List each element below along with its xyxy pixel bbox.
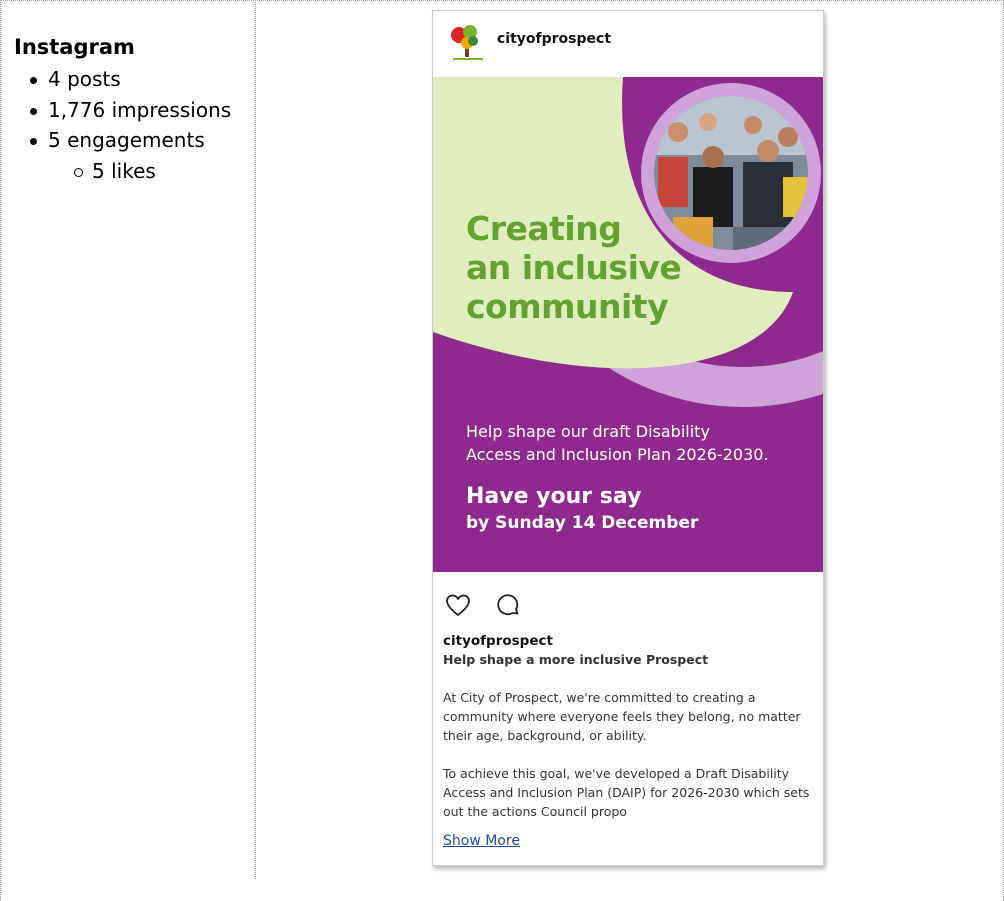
posts-count: 4 posts (14, 64, 231, 95)
stats-list: 4 posts 1,776 impressions 5 engagements … (14, 64, 231, 186)
post-header: cityofprospect (433, 11, 823, 77)
caption-paragraph-2: To achieve this goal, we've developed a … (443, 766, 810, 819)
post-image-cta: Have your say (466, 484, 642, 509)
engagements-count: 5 engagements (14, 125, 231, 156)
caption-title: Help shape a more inclusive Prospect (443, 652, 709, 667)
city-logo-icon (451, 25, 483, 60)
caption-paragraph-1: At City of Prospect, we're committed to … (443, 690, 801, 743)
caption-body: At City of Prospect, we're committed to … (443, 688, 813, 840)
caption-username[interactable]: cityofprospect (443, 633, 553, 649)
subtext-line-2: Access and Inclusion Plan 2026-2030. (466, 445, 769, 464)
instagram-post-card: cityofprospect Creating an inclusive com… (432, 10, 824, 866)
headline-line-3: community (466, 287, 669, 326)
post-image-headline: Creating an inclusive community (466, 209, 682, 326)
headline-line-2: an inclusive (466, 248, 682, 287)
post-handle[interactable]: cityofprospect (497, 31, 611, 47)
column-divider (255, 0, 256, 879)
stats-title: Instagram (14, 35, 135, 59)
likes-count: 5 likes (14, 156, 231, 187)
post-image-subtext: Help shape our draft Disability Access a… (466, 420, 769, 466)
headline-line-1: Creating (466, 209, 622, 248)
heart-icon[interactable] (445, 593, 471, 619)
impressions-count: 1,776 impressions (14, 95, 231, 126)
post-image-deadline: by Sunday 14 December (466, 513, 699, 533)
show-more-link[interactable]: Show More (443, 833, 520, 849)
subtext-line-1: Help shape our draft Disability (466, 422, 710, 441)
instagram-stats: Instagram 4 posts 1,776 impressions 5 en… (14, 34, 231, 186)
comment-icon[interactable] (495, 593, 521, 619)
